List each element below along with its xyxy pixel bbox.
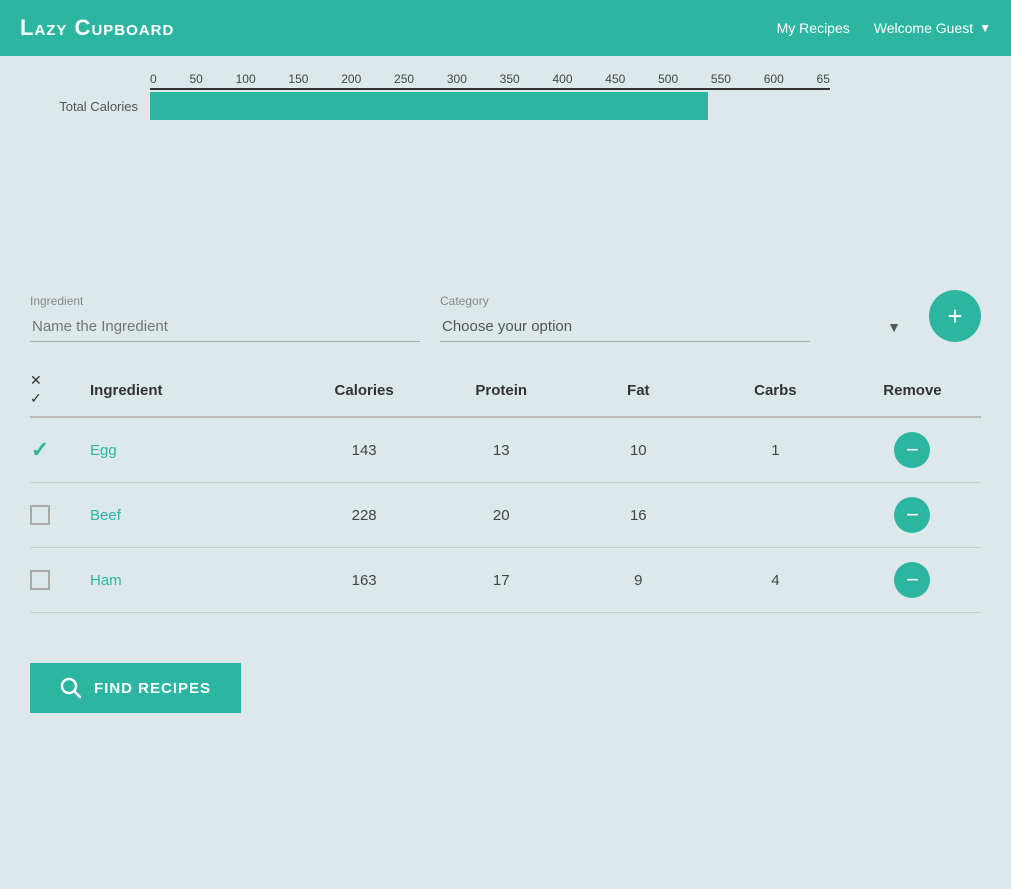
column-header-protein: Protein: [433, 382, 570, 399]
checkbox-icon: [30, 505, 50, 525]
chart-bar-container: [150, 92, 830, 120]
ingredients-table: ✕✓ Ingredient Calories Protein Fat Carbs…: [30, 372, 981, 613]
find-recipes-area: Find Recipes: [0, 633, 1011, 743]
column-header-fat: Fat: [570, 382, 707, 399]
minus-icon: −: [906, 504, 919, 526]
row-check-beef[interactable]: [30, 505, 90, 525]
carbs-ham: 4: [707, 572, 844, 589]
row-check-ham[interactable]: [30, 570, 90, 590]
fat-beef: 16: [570, 507, 707, 524]
remove-ham: −: [844, 562, 981, 598]
category-label: Category: [440, 294, 909, 308]
spacer: [0, 130, 1011, 250]
nav-my-recipes[interactable]: My Recipes: [777, 20, 850, 36]
category-select[interactable]: Choose your option Meat Dairy Vegetable …: [440, 312, 810, 342]
calories-ham: 163: [296, 572, 433, 589]
calories-egg: 143: [296, 442, 433, 459]
row-check-egg[interactable]: ✓: [30, 440, 90, 460]
expand-icon[interactable]: ✕✓: [30, 372, 90, 408]
ingredients-table-area: ✕✓ Ingredient Calories Protein Fat Carbs…: [0, 352, 1011, 633]
chart-scale-labels: 0 50 100 150 200 250 300 350 400 450 500…: [150, 72, 830, 86]
header-nav: My Recipes Welcome Guest ▼: [777, 20, 991, 36]
nav-welcome-text: Welcome Guest: [874, 20, 973, 36]
find-recipes-button[interactable]: Find Recipes: [30, 663, 241, 713]
remove-egg: −: [844, 432, 981, 468]
remove-egg-button[interactable]: −: [894, 432, 930, 468]
ingredient-label: Ingredient: [30, 294, 420, 308]
table-row: ✓ Egg 143 13 10 1 −: [30, 418, 981, 483]
remove-beef-button[interactable]: −: [894, 497, 930, 533]
fat-ham: 9: [570, 572, 707, 589]
ingredient-name-ham[interactable]: Ham: [90, 572, 296, 589]
column-header-carbs: Carbs: [707, 382, 844, 399]
ingredient-input[interactable]: [30, 312, 420, 342]
column-header-calories: Calories: [296, 382, 433, 399]
remove-beef: −: [844, 497, 981, 533]
nav-welcome-dropdown[interactable]: Welcome Guest ▼: [874, 20, 991, 36]
chevron-down-icon: ▼: [887, 319, 901, 335]
fat-egg: 10: [570, 442, 707, 459]
column-header-remove: Remove: [844, 382, 981, 399]
category-form-group: Category Choose your option Meat Dairy V…: [440, 294, 909, 342]
chart-row-label: Total Calories: [30, 99, 150, 114]
ingredient-name-beef[interactable]: Beef: [90, 507, 296, 524]
table-header-row: ✕✓ Ingredient Calories Protein Fat Carbs…: [30, 372, 981, 418]
chevron-down-icon: ▼: [979, 21, 991, 35]
find-recipes-label: Find Recipes: [94, 680, 211, 697]
add-ingredient-button[interactable]: +: [929, 290, 981, 342]
checkbox-icon: [30, 570, 50, 590]
chart-axis: [150, 88, 830, 90]
protein-ham: 17: [433, 572, 570, 589]
ingredient-form-group: Ingredient: [30, 294, 420, 342]
protein-egg: 13: [433, 442, 570, 459]
table-row: Beef 228 20 16 −: [30, 483, 981, 548]
column-header-ingredient: Ingredient: [90, 382, 296, 399]
chart-area: 0 50 100 150 200 250 300 350 400 450 500…: [0, 56, 1011, 130]
carbs-egg: 1: [707, 442, 844, 459]
app-logo: Lazy Cupboard: [20, 15, 174, 41]
minus-icon: −: [906, 569, 919, 591]
table-row: Ham 163 17 9 4 −: [30, 548, 981, 613]
category-select-wrapper: Choose your option Meat Dairy Vegetable …: [440, 312, 909, 342]
calories-beef: 228: [296, 507, 433, 524]
form-area: Ingredient Category Choose your option M…: [0, 250, 1011, 352]
chart-bar: [150, 92, 708, 120]
protein-beef: 20: [433, 507, 570, 524]
search-icon: [60, 677, 82, 699]
app-header: Lazy Cupboard My Recipes Welcome Guest ▼: [0, 0, 1011, 56]
ingredient-name-egg[interactable]: Egg: [90, 442, 296, 459]
checkmark-icon: ✓: [30, 440, 50, 460]
remove-ham-button[interactable]: −: [894, 562, 930, 598]
chart-row-total-calories: Total Calories: [30, 92, 981, 120]
minus-icon: −: [906, 439, 919, 461]
